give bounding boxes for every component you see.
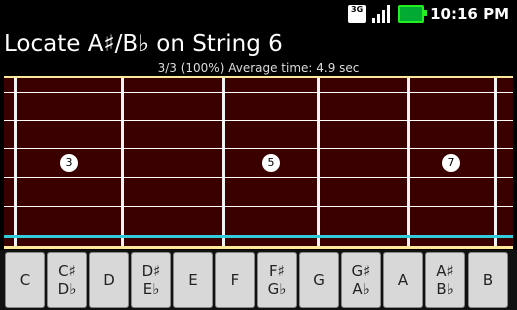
note-key-c[interactable]: C: [5, 252, 45, 308]
status-icons: 3G 10:16 PM: [348, 4, 509, 24]
fret-marker-3: 3: [60, 154, 78, 172]
note-key-f-sharp[interactable]: F♯ G♭: [257, 252, 297, 308]
note-key-a[interactable]: A: [383, 252, 423, 308]
fret-line: [222, 78, 225, 248]
clock: 10:16 PM: [430, 5, 509, 23]
string-6-highlighted[interactable]: [4, 235, 513, 238]
note-key-b[interactable]: B: [468, 252, 508, 308]
score-stats: 3/3 (100%) Average time: 4.9 sec: [157, 61, 360, 75]
question-title: Locate A♯/B♭ on String 6: [4, 31, 283, 57]
status-bar: 3G 10:16 PM: [0, 0, 517, 28]
note-keypad: C C♯ D♭ D D♯ E♭ E F F♯ G♭ G G♯ A♭ A A♯ B♭ B: [0, 250, 517, 310]
fret-line: [14, 78, 17, 248]
fret-marker-7: 7: [442, 154, 460, 172]
fret-line: [407, 78, 410, 248]
string-5[interactable]: [4, 206, 513, 207]
note-key-a-sharp[interactable]: A♯ B♭: [425, 252, 465, 308]
string-1[interactable]: [4, 92, 513, 93]
string-3[interactable]: [4, 148, 513, 149]
note-key-f[interactable]: F: [215, 252, 255, 308]
note-key-d[interactable]: D: [89, 252, 129, 308]
string-2[interactable]: [4, 120, 513, 121]
network-3g-icon: 3G: [348, 5, 367, 23]
fret-line: [121, 78, 124, 248]
fret-marker-5: 5: [262, 154, 280, 172]
fret-line: [494, 78, 497, 248]
note-key-g-sharp[interactable]: G♯ A♭: [341, 252, 381, 308]
signal-icon: [372, 5, 392, 23]
note-key-c-sharp[interactable]: C♯ D♭: [47, 252, 87, 308]
battery-icon: [398, 5, 428, 23]
fretboard-bottom-edge: [4, 246, 513, 249]
string-4[interactable]: [4, 177, 513, 178]
fretboard[interactable]: 3 5 7: [4, 78, 513, 248]
note-key-e[interactable]: E: [173, 252, 213, 308]
note-key-d-sharp[interactable]: D♯ E♭: [131, 252, 171, 308]
note-key-g[interactable]: G: [299, 252, 339, 308]
fret-line: [317, 78, 320, 248]
